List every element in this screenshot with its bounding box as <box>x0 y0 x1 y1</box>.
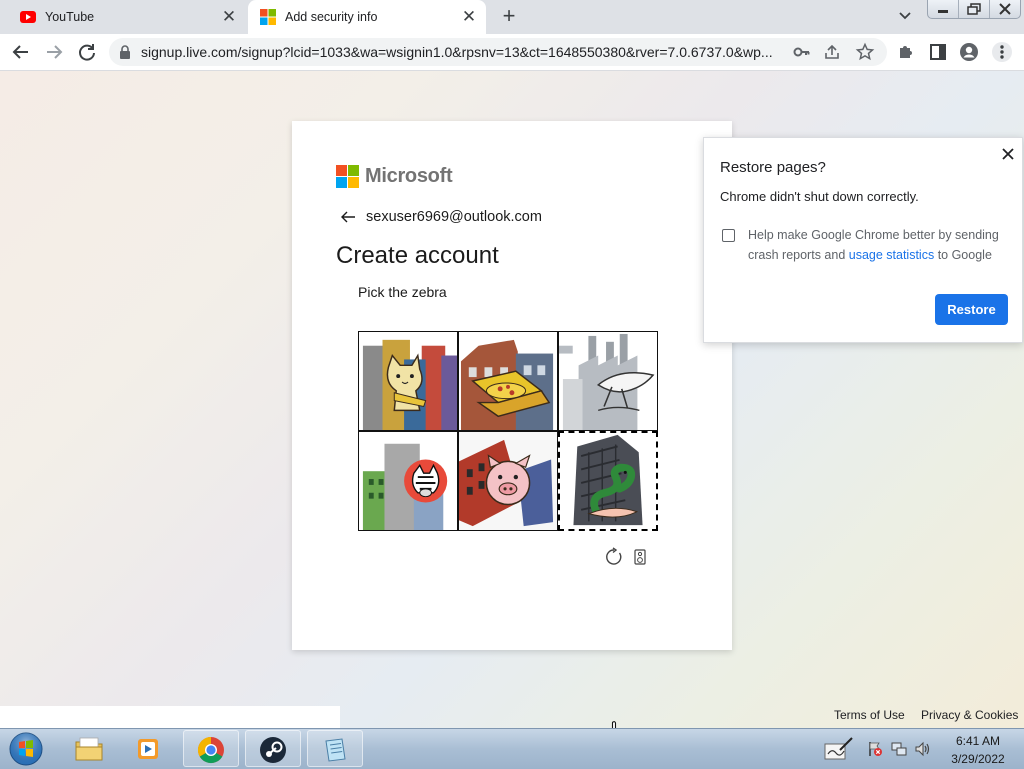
zebra-building-image <box>359 432 457 530</box>
snake-building-image <box>560 433 656 529</box>
restore-button[interactable]: Restore <box>935 294 1008 325</box>
taskbar-file-explorer[interactable] <box>62 730 118 767</box>
tab-add-security-info[interactable]: Add security info ✕ <box>248 0 486 34</box>
cat-building-image <box>359 332 457 430</box>
address-bar[interactable]: signup.live.com/signup?lcid=1033&wa=wsig… <box>109 38 887 66</box>
microsoft-favicon-icon <box>260 9 276 25</box>
steam-icon <box>260 737 286 763</box>
privacy-cookies-link[interactable]: Privacy & Cookies <box>921 708 1018 722</box>
profile-avatar-icon[interactable] <box>958 41 980 63</box>
captcha-prompt: Pick the zebra <box>358 284 447 300</box>
extensions-puzzle-icon[interactable] <box>895 41 917 63</box>
notepad-icon <box>325 738 346 762</box>
system-tray: 6:41 AM 3/29/2022 <box>822 730 1022 768</box>
youtube-icon <box>20 11 36 23</box>
captcha-tile-cat[interactable] <box>358 331 458 431</box>
maximize-button[interactable] <box>958 0 989 18</box>
popup-message: Chrome didn't shut down correctly. <box>720 189 919 204</box>
reload-icon[interactable] <box>76 41 98 63</box>
window-controls <box>927 0 1021 19</box>
signup-card: Microsoft sexuser6969@outlook.com Create… <box>292 121 732 728</box>
captcha-tile-pizza[interactable] <box>458 331 558 431</box>
tab-title: Add security info <box>285 10 378 24</box>
action-center-flag-icon[interactable] <box>866 740 884 758</box>
back-arrow-icon[interactable] <box>10 41 32 63</box>
folder-icon <box>75 737 103 761</box>
lock-icon[interactable] <box>119 45 131 59</box>
chrome-icon <box>197 736 224 764</box>
popup-title: Restore pages? <box>720 159 826 176</box>
hand-cursor-icon <box>611 721 617 728</box>
account-email: sexuser6969@outlook.com <box>366 209 542 225</box>
clock-time: 6:41 AM <box>955 734 1001 748</box>
volume-speaker-icon[interactable] <box>914 740 932 758</box>
bird-factory-image <box>559 332 657 430</box>
close-tab-icon[interactable]: ✕ <box>460 8 478 26</box>
close-icon <box>999 3 1011 15</box>
forward-arrow-icon[interactable] <box>43 41 65 63</box>
tab-strip: YouTube ✕ Add security info ✕ + <box>0 0 1024 34</box>
url-text[interactable]: signup.live.com/signup?lcid=1033&wa=wsig… <box>141 44 791 60</box>
crash-report-checkbox[interactable] <box>722 229 735 242</box>
crash-report-text-end: to Google <box>934 248 992 262</box>
restore-pages-popup: Restore pages? Chrome didn't shut down c… <box>703 137 1023 343</box>
back-arrow-icon[interactable] <box>340 210 356 224</box>
close-window-button[interactable] <box>989 0 1020 18</box>
refresh-captcha-icon[interactable] <box>604 547 624 567</box>
back-to-email[interactable]: sexuser6969@outlook.com <box>340 209 542 225</box>
windows-taskbar: 6:41 AM 3/29/2022 <box>0 728 1024 769</box>
browser-toolbar: signup.live.com/signup?lcid=1033&wa=wsig… <box>0 34 1024 71</box>
menu-kebab-icon[interactable] <box>991 41 1013 63</box>
taskbar-steam[interactable] <box>245 730 301 767</box>
key-icon[interactable] <box>792 42 812 62</box>
captcha-tile-pig[interactable] <box>458 431 558 531</box>
bookmark-star-icon[interactable] <box>855 42 875 62</box>
pen-input-icon[interactable] <box>824 736 854 762</box>
start-orb-icon[interactable] <box>4 730 48 768</box>
minimize-button[interactable] <box>928 0 958 18</box>
page-title: Create account <box>336 242 499 269</box>
close-icon[interactable] <box>1000 146 1016 162</box>
clock-date: 3/29/2022 <box>951 752 1005 766</box>
page-content: Microsoft sexuser6969@outlook.com Create… <box>0 71 1024 728</box>
captcha-tile-bird[interactable] <box>558 331 658 431</box>
taskbar-media-player[interactable] <box>122 730 178 767</box>
minimize-icon <box>938 10 948 13</box>
pizza-building-image <box>459 332 557 430</box>
status-bar-area <box>0 706 340 728</box>
usage-statistics-link[interactable]: usage statistics <box>849 248 934 262</box>
network-icon[interactable] <box>890 740 908 758</box>
captcha-grid <box>358 331 658 728</box>
tab-search-chevron-icon[interactable] <box>896 6 914 24</box>
captcha-tile-zebra[interactable] <box>358 431 458 531</box>
restore-icon <box>967 3 981 15</box>
taskbar-chrome[interactable] <box>183 730 239 767</box>
crash-report-label: Help make Google Chrome better by sendin… <box>748 225 1008 265</box>
tab-title: YouTube <box>45 10 95 24</box>
taskbar-notepad[interactable] <box>307 730 363 767</box>
audio-captcha-icon[interactable] <box>633 549 647 565</box>
captcha-tile-snake[interactable] <box>558 431 658 531</box>
taskbar-clock[interactable]: 6:41 AM 3/29/2022 <box>944 734 1012 767</box>
microsoft-logo-icon <box>336 165 359 188</box>
side-panel-icon[interactable] <box>927 41 949 63</box>
tab-youtube[interactable]: YouTube ✕ <box>0 0 246 34</box>
share-icon[interactable] <box>822 42 842 62</box>
media-player-icon <box>138 739 158 759</box>
close-tab-icon[interactable]: ✕ <box>220 8 238 26</box>
new-tab-button[interactable]: + <box>498 5 520 28</box>
microsoft-wordmark: Microsoft <box>365 165 453 187</box>
terms-of-use-link[interactable]: Terms of Use <box>834 708 905 722</box>
pig-building-image <box>459 432 557 530</box>
